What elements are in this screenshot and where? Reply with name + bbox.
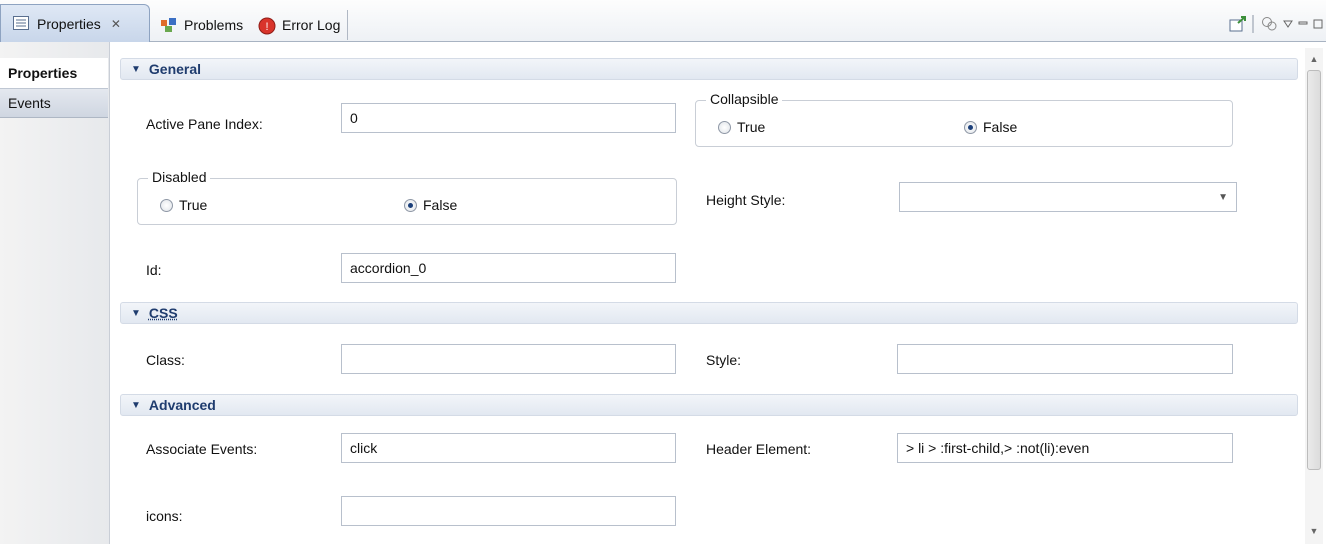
tab-error-log[interactable]: ! Error Log xyxy=(258,8,349,42)
section-css[interactable]: ▼ CSS xyxy=(120,302,1298,324)
dropdown-arrow-icon: ▼ xyxy=(1218,191,1228,203)
filter-icon[interactable] xyxy=(1260,14,1278,34)
header-element-field[interactable]: > li > :first-child,> :not(li):even xyxy=(897,433,1233,463)
icons-field[interactable] xyxy=(341,496,676,526)
disabled-false-radio[interactable]: False xyxy=(404,197,457,213)
active-pane-index-label: Active Pane Index: xyxy=(146,116,263,132)
pin-icon[interactable] xyxy=(1228,14,1248,34)
view-tab-bar: Properties ✕ Problems ! Error Log xyxy=(0,0,1326,42)
radio-icon xyxy=(160,198,173,212)
svg-text:!: ! xyxy=(265,21,268,33)
view-menu-icon[interactable] xyxy=(1282,14,1294,34)
radio-selected-icon xyxy=(964,120,977,134)
style-label: Style: xyxy=(706,352,742,368)
scroll-down-icon[interactable]: ▼ xyxy=(1305,526,1323,536)
id-label: Id: xyxy=(146,262,162,278)
expand-triangle-icon: ▼ xyxy=(131,63,141,75)
side-tab-properties[interactable]: Properties xyxy=(0,58,108,88)
expand-triangle-icon: ▼ xyxy=(131,307,141,319)
id-field[interactable]: accordion_0 xyxy=(341,253,676,283)
section-general[interactable]: ▼ General xyxy=(120,58,1298,80)
section-general-title: General xyxy=(148,61,202,77)
scroll-up-icon[interactable]: ▲ xyxy=(1305,54,1323,64)
problems-icon xyxy=(160,17,178,33)
section-advanced-title: Advanced xyxy=(148,397,216,413)
property-tab-list: Properties Events xyxy=(0,42,110,544)
radio-selected-icon xyxy=(404,198,417,212)
active-pane-index-field[interactable]: 0 xyxy=(341,103,676,133)
toolbar-separator xyxy=(1252,15,1254,33)
disabled-legend: Disabled xyxy=(148,169,211,185)
expand-triangle-icon: ▼ xyxy=(131,399,141,411)
collapsible-false-radio[interactable]: False xyxy=(964,119,1017,135)
class-label: Class: xyxy=(146,352,185,368)
collapsible-true-label: True xyxy=(737,119,766,135)
minimize-icon[interactable] xyxy=(1297,14,1309,34)
height-style-select[interactable]: ▼ xyxy=(899,182,1237,212)
disabled-group: Disabled True False xyxy=(137,169,677,225)
error-log-icon: ! xyxy=(258,17,276,35)
tab-problems-label: Problems xyxy=(184,17,244,33)
collapsible-group: Collapsible True False xyxy=(695,91,1233,147)
disabled-false-label: False xyxy=(423,197,458,213)
collapsible-true-radio[interactable]: True xyxy=(718,119,765,135)
tab-properties-label: Properties xyxy=(37,15,101,32)
properties-icon xyxy=(13,15,31,32)
associate-events-label: Associate Events: xyxy=(146,441,258,457)
header-element-label: Header Element: xyxy=(706,441,812,457)
collapsible-legend: Collapsible xyxy=(706,91,783,107)
side-tab-events[interactable]: Events xyxy=(0,88,108,118)
close-icon[interactable]: ✕ xyxy=(111,17,121,31)
section-css-title: CSS xyxy=(148,305,178,321)
tab-properties[interactable]: Properties ✕ xyxy=(0,4,150,42)
tab-error-log-label: Error Log xyxy=(282,17,341,33)
style-field[interactable] xyxy=(897,344,1233,374)
disabled-true-label: True xyxy=(179,197,208,213)
radio-icon xyxy=(718,120,731,134)
scrollbar-thumb[interactable] xyxy=(1307,70,1321,470)
vertical-scrollbar[interactable]: ▲ ▼ xyxy=(1305,48,1323,544)
height-style-label: Height Style: xyxy=(706,192,786,208)
icons-label: icons: xyxy=(146,508,183,524)
associate-events-field[interactable]: click xyxy=(341,433,676,463)
disabled-true-radio[interactable]: True xyxy=(160,197,207,213)
section-advanced[interactable]: ▼ Advanced xyxy=(120,394,1298,416)
collapsible-false-label: False xyxy=(983,119,1018,135)
class-field[interactable] xyxy=(341,344,676,374)
maximize-icon[interactable] xyxy=(1312,14,1324,34)
tab-problems[interactable]: Problems xyxy=(160,8,243,42)
